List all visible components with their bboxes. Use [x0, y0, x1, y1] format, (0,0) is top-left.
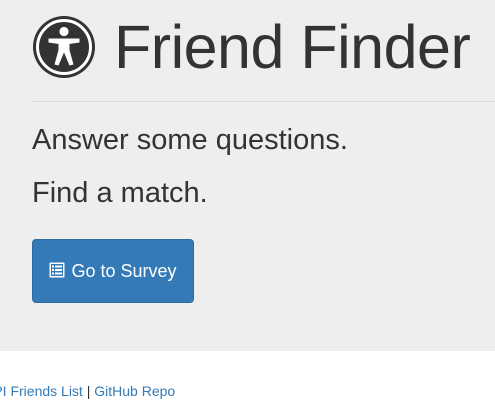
page-title: Friend Finder — [114, 13, 471, 81]
github-repo-link[interactable]: GitHub Repo — [94, 383, 175, 399]
list-alt-icon — [49, 262, 65, 277]
intro-line-match: Find a match. — [32, 177, 208, 209]
footer-separator: | — [86, 383, 91, 399]
footer-links: API Friends List | GitHub Repo — [0, 382, 175, 400]
go-to-survey-button[interactable]: Go to Survey — [32, 239, 194, 303]
divider — [32, 101, 495, 102]
intro-line-questions: Answer some questions. — [32, 124, 348, 156]
api-friends-list-link[interactable]: API Friends List — [0, 383, 83, 399]
jumbotron: Friend Finder Answer some questions. Fin… — [0, 0, 495, 351]
universal-access-icon — [33, 16, 95, 78]
go-to-survey-label: Go to Survey — [71, 261, 177, 281]
footer: API Friends List | GitHub Repo — [0, 382, 495, 400]
page-header: Friend Finder — [32, 13, 471, 81]
